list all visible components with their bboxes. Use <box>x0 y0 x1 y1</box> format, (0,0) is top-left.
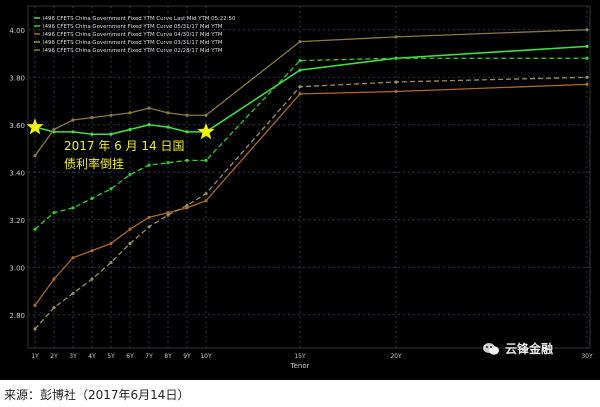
annotation-line1: 2017 年 6 月 14 日国 <box>64 139 185 153</box>
data-point <box>109 260 113 265</box>
x-tick-label: 30Y <box>581 353 593 360</box>
data-point <box>298 85 302 89</box>
data-point <box>185 158 189 162</box>
chart-area: 2.80 3.00 3.20 3.40 3.60 3.80 4.00 1Y 2Y 3Y 4Y 5Y 6Y… <box>0 0 600 380</box>
data-point <box>128 127 132 132</box>
data-point <box>166 213 170 217</box>
y-tick-label: 2.80 <box>9 312 25 320</box>
data-point <box>585 56 589 60</box>
watermark: 云锋金融 <box>482 340 553 357</box>
wechat-icon <box>483 342 499 355</box>
data-point <box>90 196 94 200</box>
data-point <box>147 163 151 167</box>
data-point <box>585 28 589 32</box>
data-point <box>298 59 302 63</box>
data-point <box>33 303 37 307</box>
x-tick-label: 7Y <box>145 353 153 360</box>
data-point <box>90 132 94 136</box>
data-point <box>166 111 170 115</box>
data-point <box>90 249 94 253</box>
x-tick-label: 20Y <box>390 353 402 360</box>
data-point <box>585 44 589 48</box>
data-point <box>204 158 208 162</box>
y-tick-label: 3.00 <box>9 264 25 272</box>
plot-frame <box>27 5 591 349</box>
series-line <box>34 83 588 306</box>
data-point <box>166 161 170 165</box>
x-axis-label: Tenor <box>290 362 310 370</box>
data-point <box>90 277 94 281</box>
y-tick-label: 3.40 <box>9 169 25 177</box>
source-caption: 来源：彭博社（2017年6月14日） <box>4 388 190 402</box>
data-point <box>71 130 75 134</box>
data-point <box>128 173 132 177</box>
data-point <box>298 92 302 96</box>
data-point <box>185 130 189 134</box>
x-tick-label: 10Y <box>200 353 212 360</box>
data-point <box>128 111 132 115</box>
data-point <box>166 125 170 129</box>
data-point <box>71 206 75 210</box>
data-point <box>128 227 132 231</box>
data-point <box>52 306 56 310</box>
data-point <box>52 127 56 132</box>
yield-curve-chart: 2.80 3.00 3.20 3.40 3.60 3.80 4.00 1Y 2Y 3Y 4Y 5Y 6Y… <box>9 5 593 370</box>
y-tick-label: 3.80 <box>9 74 25 82</box>
data-point <box>33 154 37 158</box>
data-point <box>71 256 75 260</box>
data-point <box>128 241 132 246</box>
data-point <box>147 123 151 127</box>
data-point <box>109 187 113 191</box>
x-tick-label: 6Y <box>126 353 134 360</box>
annotation-line2: 债利率倒挂 <box>64 156 124 171</box>
data-point <box>109 241 113 246</box>
data-point <box>394 89 398 94</box>
x-tick-label: 9Y <box>183 353 191 360</box>
data-point <box>71 118 75 122</box>
data-point <box>90 116 94 120</box>
x-tick-label: 3Y <box>69 353 77 360</box>
data-point <box>204 199 208 203</box>
data-point <box>147 106 151 110</box>
y-tick-label: 3.60 <box>9 122 25 130</box>
data-point <box>394 80 398 84</box>
data-point <box>585 75 589 79</box>
data-point <box>394 35 398 39</box>
data-point <box>204 113 208 117</box>
data-point <box>71 291 75 295</box>
legend-entry: I496 CFETS China Government Fixed YTM Cu… <box>43 40 223 46</box>
data-point <box>394 56 398 60</box>
x-tick-label: 5Y <box>107 353 115 360</box>
data-point <box>109 132 113 136</box>
data-point <box>298 68 302 72</box>
x-tick-label: 2Y <box>50 353 58 360</box>
data-point <box>585 82 589 86</box>
data-point <box>204 192 208 196</box>
data-point <box>33 227 37 231</box>
data-point <box>185 113 189 117</box>
x-tick-label: 4Y <box>88 353 96 360</box>
legend-entry: I496 CFETS China Government Fixed YTM Cu… <box>43 16 236 22</box>
legend-entry: I496 CFETS China Government Fixed YTM Cu… <box>43 24 223 30</box>
x-tick-label: 8Y <box>164 353 172 360</box>
data-point <box>147 225 151 229</box>
data-point <box>147 215 151 219</box>
data-point <box>298 40 302 44</box>
data-point <box>52 211 56 215</box>
data-point <box>52 277 56 281</box>
legend-entry: I496 CFETS China Government Fixed YTM Cu… <box>43 48 223 54</box>
watermark-text: 云锋金融 <box>505 342 554 356</box>
x-tick-label: 15Y <box>294 353 306 360</box>
series-line <box>34 45 588 136</box>
legend-entry: I496 CFETS China Government Fixed YTM Cu… <box>43 32 223 38</box>
y-tick-label: 4.00 <box>9 27 25 35</box>
y-tick-label: 3.20 <box>9 217 25 225</box>
data-point <box>185 203 189 208</box>
data-point <box>109 113 113 117</box>
x-tick-label: 1Y <box>31 353 39 360</box>
data-point <box>33 327 37 331</box>
